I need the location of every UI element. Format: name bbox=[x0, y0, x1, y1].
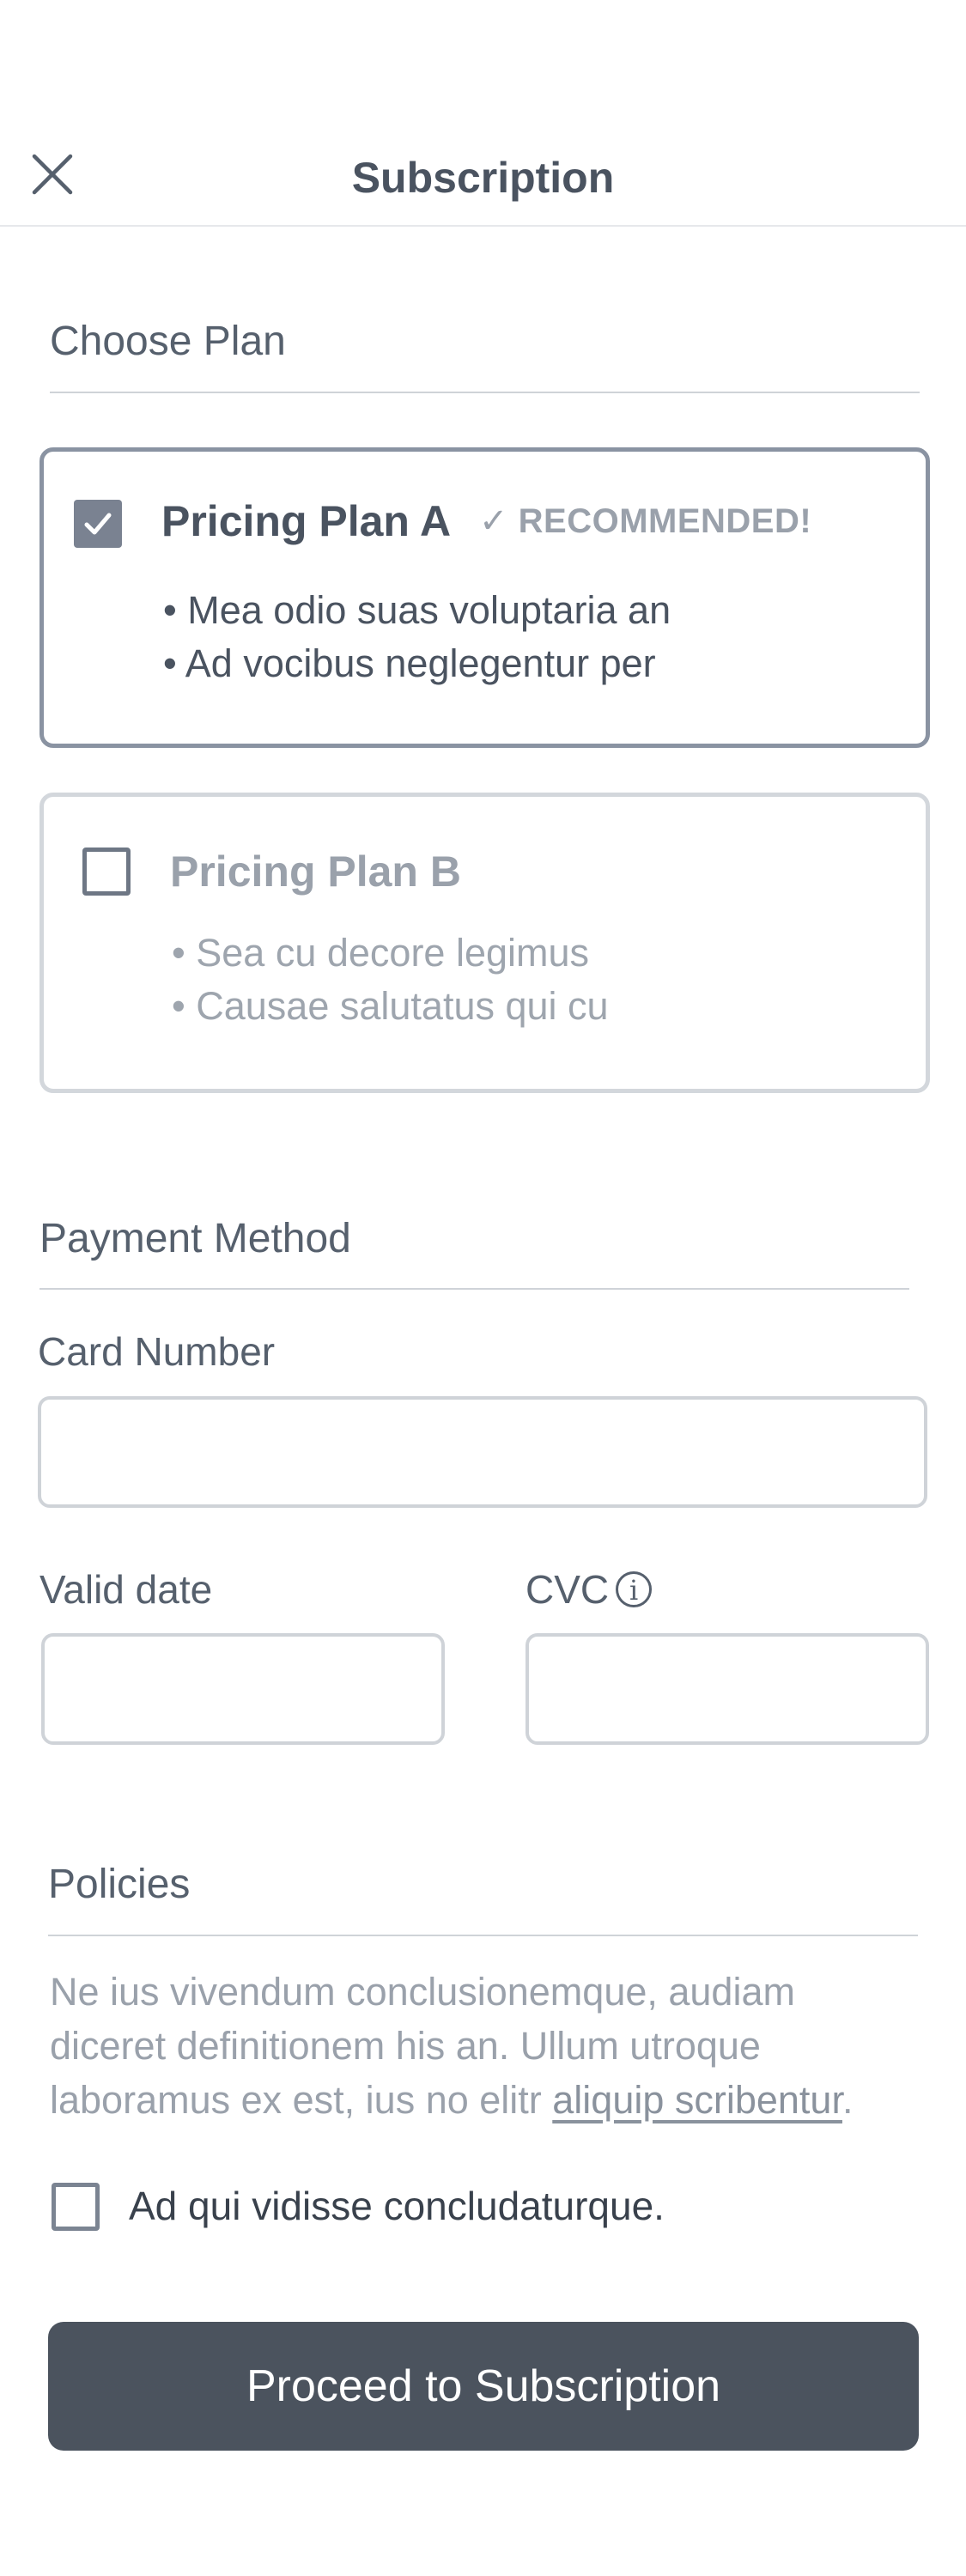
header-divider bbox=[0, 225, 966, 227]
recommended-badge: ✓ RECOMMENDED! bbox=[479, 502, 812, 540]
plan-a-checkbox[interactable] bbox=[74, 500, 122, 548]
policy-link[interactable]: aliquip scribentur bbox=[552, 2078, 842, 2122]
policies-title: Policies bbox=[48, 1862, 191, 1907]
cvc-label-group: CVC i bbox=[526, 1566, 653, 1613]
plan-a-name: Pricing Plan A bbox=[161, 497, 452, 545]
cvc-label: CVC bbox=[526, 1567, 610, 1612]
plan-a-feature-1: • Mea odio suas voluptaria an bbox=[163, 588, 671, 632]
choose-plan-divider bbox=[50, 392, 920, 393]
page-title: Subscription bbox=[351, 154, 615, 202]
card-number-input[interactable] bbox=[38, 1396, 927, 1508]
valid-date-input[interactable] bbox=[41, 1633, 445, 1745]
proceed-button[interactable]: Proceed to Subscription bbox=[48, 2322, 919, 2451]
plan-b-feature-1: • Sea cu decore legimus bbox=[172, 931, 590, 975]
choose-plan-title: Choose Plan bbox=[50, 319, 286, 364]
policy-text: Ne ius vivendum conclusionemque, audiam … bbox=[50, 1965, 900, 2127]
plan-b-feature-2: • Causae salutatus qui cu bbox=[172, 984, 609, 1028]
card-number-label: Card Number bbox=[38, 1329, 276, 1374]
payment-method-title: Payment Method bbox=[39, 1216, 351, 1261]
agree-checkbox[interactable] bbox=[52, 2183, 100, 2231]
plan-a-feature-2: • Ad vocibus neglegentur per bbox=[163, 641, 656, 685]
info-icon[interactable]: i bbox=[616, 1571, 653, 1607]
payment-method-divider bbox=[39, 1288, 909, 1290]
checkmark-icon bbox=[84, 513, 112, 535]
plan-b-checkbox[interactable] bbox=[82, 848, 131, 896]
policy-end: . bbox=[841, 2078, 854, 2122]
plan-b-name: Pricing Plan B bbox=[170, 848, 461, 896]
policies-divider bbox=[48, 1935, 918, 1936]
agree-label[interactable]: Ad qui vidisse concludaturque. bbox=[129, 2183, 665, 2229]
cvc-input[interactable] bbox=[526, 1633, 929, 1745]
valid-date-label: Valid date bbox=[39, 1567, 213, 1612]
